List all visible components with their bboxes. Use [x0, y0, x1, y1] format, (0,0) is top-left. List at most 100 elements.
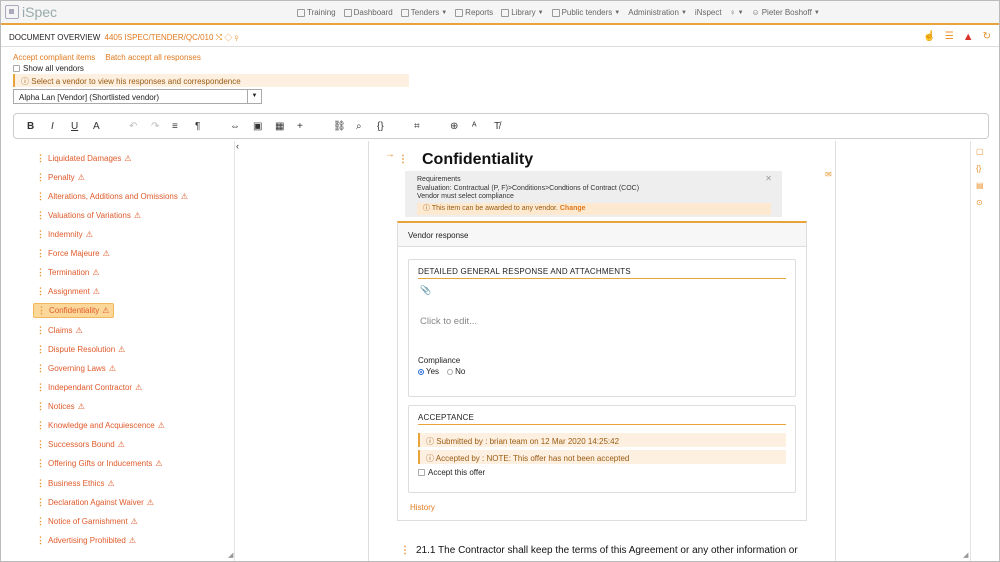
batch-accept-link[interactable]: Batch accept all responses: [105, 53, 201, 62]
nav-dashboard[interactable]: Dashboard: [343, 8, 393, 17]
show-all-checkbox[interactable]: [13, 65, 20, 72]
drag-handle-icon[interactable]: ⋮: [33, 478, 48, 489]
response-editor[interactable]: Click to edit...: [420, 316, 477, 327]
share-icon[interactable]: ⤭: [216, 33, 222, 42]
tree-item[interactable]: ⋮ Alterations, Additions and Omissions ⚠: [33, 189, 188, 204]
drag-handle-icon[interactable]: ⋮: [33, 172, 48, 183]
drag-handle-icon[interactable]: ⋮: [400, 545, 410, 556]
drag-handle-icon[interactable]: ⋮: [33, 535, 48, 546]
tree-item[interactable]: ⋮ Notice of Garnishment ⚠: [33, 514, 138, 529]
alert-icon[interactable]: ▲: [963, 31, 974, 43]
doc-reference[interactable]: 4405 ISPEC/TENDER/QC/010: [105, 33, 214, 42]
left-panel-divider[interactable]: [234, 141, 235, 561]
thumbs-up-icon[interactable]: ☝: [923, 31, 935, 43]
drag-handle-icon[interactable]: ⋮: [33, 439, 48, 450]
link-button[interactable]: ⇔: [230, 121, 240, 132]
history-link[interactable]: History: [410, 503, 435, 512]
font-size-button[interactable]: A: [93, 121, 100, 132]
nav-reports[interactable]: Reports: [455, 8, 493, 17]
drag-handle-icon[interactable]: ⋮: [33, 344, 48, 355]
italic-button[interactable]: I: [51, 121, 54, 132]
arrow-right-icon[interactable]: →: [385, 149, 395, 160]
nav-notifications[interactable]: ♀ ▼: [730, 8, 744, 17]
mail-icon[interactable]: ✉: [825, 170, 832, 179]
drag-handle-icon[interactable]: ⋮: [33, 267, 48, 278]
drag-handle-icon[interactable]: ⋮: [33, 401, 48, 412]
drag-handle-icon[interactable]: ⋮: [33, 420, 48, 431]
show-all-vendors[interactable]: Show all vendors: [13, 64, 84, 73]
note-icon[interactable]: ▢: [976, 147, 984, 156]
nav-inspect[interactable]: iNspect: [695, 8, 722, 17]
drag-handle-icon[interactable]: ⋮: [33, 497, 48, 508]
accept-offer[interactable]: Accept this offer: [418, 468, 485, 477]
redo-button[interactable]: ↷: [151, 121, 159, 132]
resize-handle-icon[interactable]: ◢: [228, 551, 233, 559]
accept-offer-checkbox[interactable]: [418, 469, 425, 476]
tree-item[interactable]: ⋮ Termination ⚠: [33, 265, 100, 280]
drag-handle-icon[interactable]: ⋮: [34, 305, 49, 316]
tree-item[interactable]: ⋮ Notices ⚠: [33, 399, 85, 414]
tree-item-active[interactable]: ⋮ Confidentiality ⚠: [33, 303, 115, 318]
bold-button[interactable]: B: [27, 121, 34, 132]
chevron-down-icon[interactable]: ▼: [247, 90, 261, 103]
drag-handle-icon[interactable]: ⋮: [33, 458, 48, 469]
app-logo[interactable]: iSpec: [5, 4, 57, 20]
tree-item[interactable]: ⋮ Governing Laws ⚠: [33, 361, 116, 376]
spellcheck-button[interactable]: ᴬ: [472, 121, 477, 132]
insert-button[interactable]: +: [297, 121, 303, 132]
tree-item[interactable]: ⋮ Liquidated Damages ⚠: [33, 151, 132, 166]
tree-item[interactable]: ⋮ Business Ethics ⚠: [33, 476, 115, 491]
drag-handle-icon[interactable]: ⋮: [33, 248, 48, 259]
accept-compliant-link[interactable]: Accept compliant items: [13, 53, 95, 62]
filter-icon[interactable]: ☰: [945, 31, 954, 43]
drag-handle-icon[interactable]: ⋮: [398, 154, 408, 165]
tree-item[interactable]: ⋮ Assignment ⚠: [33, 284, 100, 299]
nav-library[interactable]: Library ▼: [501, 8, 544, 17]
tree-item[interactable]: ⋮ Indemnity ⚠: [33, 227, 93, 242]
collapse-left-icon[interactable]: ‹: [236, 141, 239, 151]
award-change-link[interactable]: Change: [560, 205, 586, 212]
anchor-button[interactable]: ⛓: [333, 121, 346, 132]
drag-handle-icon[interactable]: ⋮: [33, 191, 48, 202]
pin-icon[interactable]: ⚲: [235, 33, 239, 42]
resize-handle-icon[interactable]: ◢: [963, 551, 968, 559]
settings-icon[interactable]: ⊙: [976, 198, 983, 207]
nav-user[interactable]: ☺ Pieter Boshoff ▼: [752, 8, 820, 17]
radio-no[interactable]: [447, 369, 454, 375]
nav-tenders[interactable]: Tenders ▼: [400, 8, 447, 17]
tree-item[interactable]: ⋮ Advertising Prohibited ⚠: [33, 533, 136, 548]
nav-public-tenders[interactable]: Public tenders ▼: [551, 8, 620, 17]
undo-button[interactable]: ↶: [129, 121, 137, 132]
tree-item[interactable]: ⋮ Valuations of Variations ⚠: [33, 208, 141, 223]
tree-item[interactable]: ⋮ Declaration Against Waiver ⚠: [33, 495, 154, 510]
refresh-icon[interactable]: ↻: [983, 31, 991, 43]
tree-item[interactable]: ⋮ Penalty ⚠: [33, 170, 85, 185]
drag-handle-icon[interactable]: ⋮: [33, 516, 48, 527]
tree-item[interactable]: ⋮ Knowledge and Acquiescence ⚠: [33, 418, 165, 433]
underline-button[interactable]: U: [71, 121, 78, 132]
radio-yes[interactable]: [418, 369, 424, 375]
select-all-button[interactable]: ⌗: [414, 121, 420, 132]
tree-item[interactable]: ⋮ Dispute Resolution ⚠: [33, 342, 125, 357]
tree-item[interactable]: ⋮ Independant Contractor ⚠: [33, 380, 142, 395]
clear-format-button[interactable]: T̸: [494, 121, 500, 132]
drag-handle-icon[interactable]: ⋮: [33, 325, 48, 336]
drag-handle-icon[interactable]: ⋮: [33, 382, 48, 393]
paperclip-icon[interactable]: 📎: [420, 285, 431, 296]
vendor-select[interactable]: Alpha Lan [Vendor] (Shortlisted vendor) …: [13, 89, 262, 104]
code-button[interactable]: {}: [377, 121, 384, 132]
book-icon[interactable]: ▤: [976, 181, 984, 190]
tree-item[interactable]: ⋮ Offering Gifts or Inducements ⚠: [33, 456, 163, 471]
drag-handle-icon[interactable]: ⋮: [33, 229, 48, 240]
paragraph-button[interactable]: ¶: [195, 121, 200, 132]
drag-handle-icon[interactable]: ⋮: [33, 363, 48, 374]
compliance-no[interactable]: No: [447, 367, 465, 376]
code-icon[interactable]: {}: [976, 164, 981, 173]
tree-item[interactable]: ⋮ Force Majeure ⚠: [33, 246, 110, 261]
nav-administration[interactable]: Administration ▼: [628, 8, 687, 17]
tree-item[interactable]: ⋮ Successors Bound ⚠: [33, 437, 125, 452]
compliance-yes[interactable]: Yes: [418, 367, 439, 376]
tree-item[interactable]: ⋮ Claims ⚠: [33, 323, 83, 338]
nav-training[interactable]: Training: [297, 8, 336, 17]
search-button[interactable]: ⌕: [356, 121, 362, 132]
